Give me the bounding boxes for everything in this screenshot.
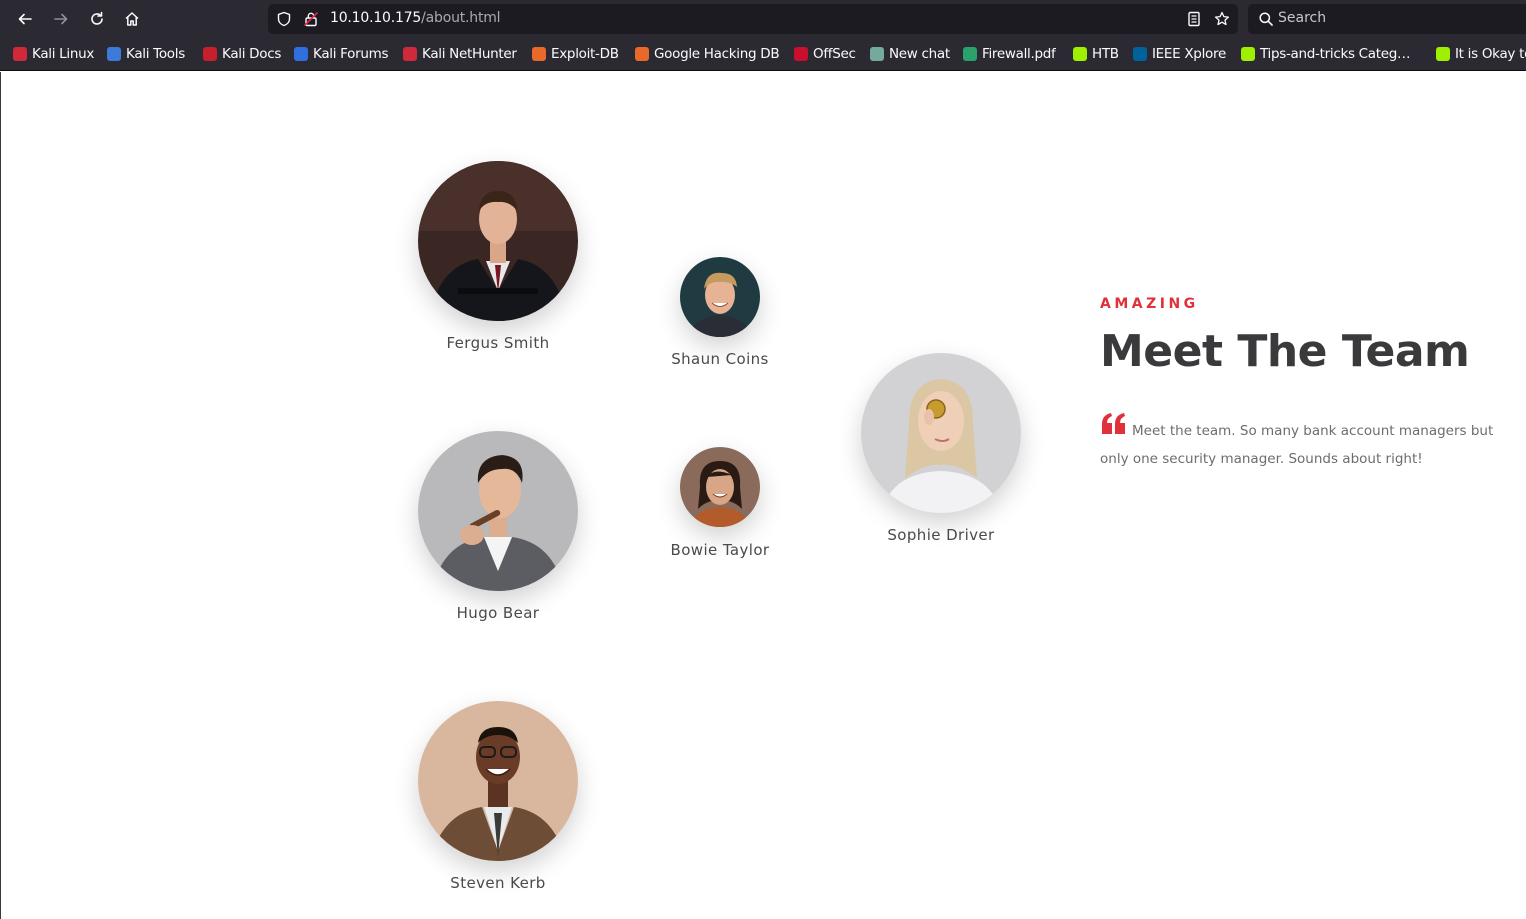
bookmark-it-is-okay[interactable]: It is Okay to [1436, 44, 1526, 64]
bookmark-kali-linux[interactable]: Kali Linux [13, 44, 94, 64]
htb-cube-icon [1436, 47, 1450, 61]
avatar [861, 353, 1021, 513]
bookmarks-toolbar: Kali Linux Kali Tools Kali Docs Kali For… [0, 38, 1526, 71]
reload-button[interactable] [83, 5, 111, 33]
browser-toolbar: 10.10.10.175/about.html Search [0, 0, 1526, 38]
member-name: Shaun Coins [671, 350, 769, 368]
bookmark-kali-tools[interactable]: Kali Tools [107, 44, 185, 64]
search-bar[interactable]: Search [1248, 4, 1526, 34]
bookmark-google-hacking-db[interactable]: Google Hacking DB [635, 44, 780, 64]
bookmark-new-chat[interactable]: New chat [870, 44, 950, 64]
section-kicker: AMAZING [1100, 296, 1199, 312]
member-name: Bowie Taylor [670, 541, 770, 559]
address-bar[interactable]: 10.10.10.175/about.html [268, 4, 1238, 34]
avatar [680, 447, 760, 527]
url-text[interactable]: 10.10.10.175/about.html [330, 10, 501, 26]
url-path: /about.html [421, 10, 501, 26]
team-member-card: Sophie Driver [861, 353, 1021, 553]
kali-tools-icon [107, 47, 121, 61]
search-input[interactable]: Search [1278, 10, 1326, 26]
bookmark-htb[interactable]: HTB [1073, 44, 1119, 64]
home-icon [125, 12, 139, 26]
team-member-card: Hugo Bear [418, 431, 578, 631]
kali-forums-icon [294, 47, 308, 61]
home-button[interactable] [118, 5, 146, 33]
avatar [418, 161, 578, 321]
ieee-icon [1133, 47, 1147, 61]
avatar [680, 257, 760, 337]
bookmark-kali-forums[interactable]: Kali Forums [294, 44, 389, 64]
page-title: Meet The Team [1100, 326, 1470, 377]
back-button[interactable] [11, 5, 39, 33]
url-host: 10.10.10.175 [330, 10, 422, 26]
chatgpt-icon [870, 47, 884, 61]
arrow-left-icon [18, 13, 32, 25]
forward-button[interactable] [47, 5, 75, 33]
htb-cube-icon [1073, 47, 1087, 61]
reload-icon [91, 11, 103, 25]
bookmark-kali-nethunter[interactable]: Kali NetHunter [403, 44, 517, 64]
offsec-icon [794, 47, 808, 61]
page-content: Fergus Smith Shaun Coins Sophie Driver H… [0, 72, 1526, 919]
member-name: Sophie Driver [887, 526, 995, 544]
member-name: Fergus Smith [446, 334, 550, 352]
team-member-card: Fergus Smith [418, 161, 578, 361]
kali-docs-icon [203, 47, 217, 61]
kali-nethunter-icon [403, 47, 417, 61]
bookmark-kali-docs[interactable]: Kali Docs [203, 44, 281, 64]
htb-cube-icon [1241, 47, 1255, 61]
avatar [418, 431, 578, 591]
bookmark-exploit-db[interactable]: Exploit-DB [532, 44, 619, 64]
member-name: Steven Kerb [450, 874, 546, 892]
bookmark-star-icon[interactable] [1214, 11, 1230, 27]
member-name: Hugo Bear [456, 604, 540, 622]
avatar [418, 701, 578, 861]
bookmark-firewall-pdf[interactable]: Firewall.pdf [963, 44, 1056, 64]
bookmark-ieee-xplore[interactable]: IEEE Xplore [1133, 44, 1226, 64]
search-icon [1258, 11, 1274, 27]
kali-dragon-icon [13, 47, 27, 61]
insecure-lock-icon[interactable] [303, 11, 319, 27]
exploit-db-icon [532, 47, 546, 61]
ghdb-icon [635, 47, 649, 61]
team-member-card: Bowie Taylor [671, 447, 769, 567]
team-member-card: Shaun Coins [671, 257, 768, 377]
shield-icon[interactable] [276, 11, 292, 27]
pdf-file-icon [963, 47, 977, 61]
team-member-card: Steven Kerb [418, 701, 578, 901]
bookmark-tips-and-tricks[interactable]: Tips-and-tricks Categ… [1241, 44, 1411, 64]
arrow-right-icon [54, 13, 68, 25]
team-quote: Meet the team. So many bank account mana… [1100, 423, 1494, 467]
reader-view-icon[interactable] [1186, 11, 1202, 27]
bookmark-offsec[interactable]: OffSec [794, 44, 856, 64]
